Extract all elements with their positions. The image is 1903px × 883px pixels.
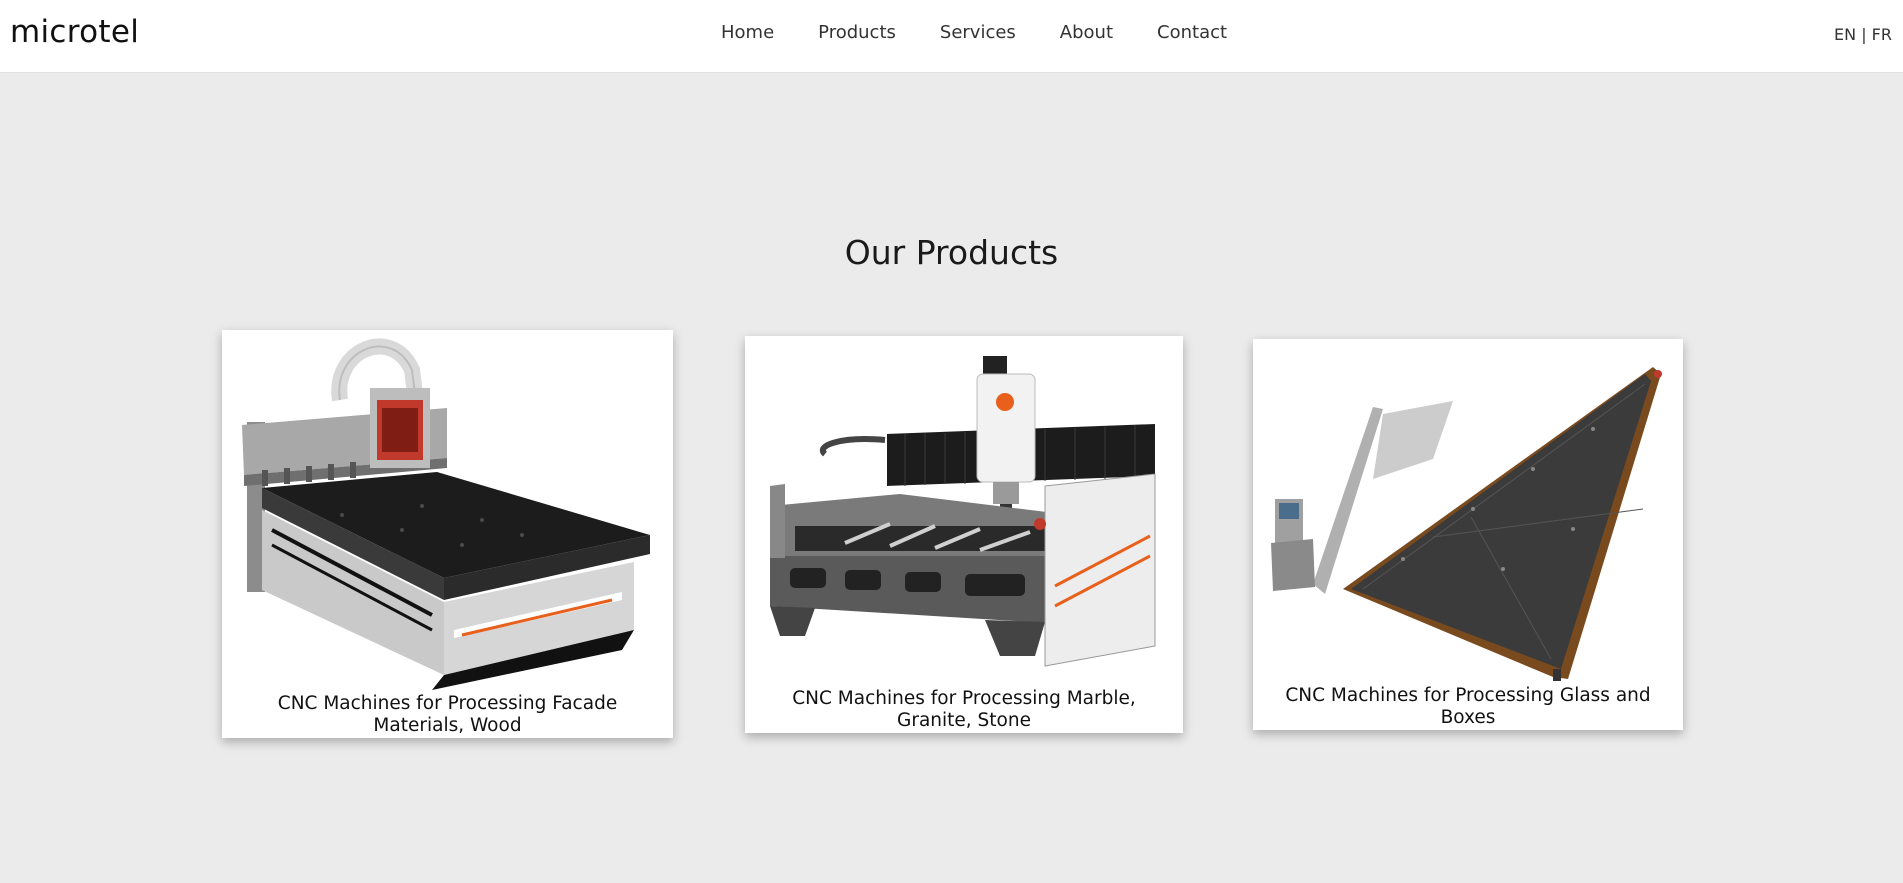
lang-fr[interactable]: FR xyxy=(1872,25,1892,44)
product-card-facade-wood[interactable]: CNC Machines for Processing Facade Mater… xyxy=(222,330,673,738)
nav-services[interactable]: Services xyxy=(940,22,1016,43)
product-card-glass-boxes[interactable]: CNC Machines for Processing Glass and Bo… xyxy=(1253,339,1683,730)
cnc-stone-bridge-machine-image xyxy=(770,356,1156,667)
main-nav: Home Products Services About Contact xyxy=(721,22,1227,43)
product-caption: CNC Machines for Processing Marble, Gran… xyxy=(792,688,1136,731)
nav-products[interactable]: Products xyxy=(818,22,896,43)
product-card-marble-stone[interactable]: CNC Machines for Processing Marble, Gran… xyxy=(745,336,1183,733)
language-switcher: EN | FR xyxy=(1834,25,1892,44)
page-title: Our Products xyxy=(844,233,1059,272)
site-header: microtel Home Products Services About Co… xyxy=(0,0,1903,73)
logo[interactable]: microtel xyxy=(10,14,139,50)
nav-contact[interactable]: Contact xyxy=(1157,22,1227,43)
product-caption: CNC Machines for Processing Facade Mater… xyxy=(277,693,618,736)
cnc-router-wood-machine-image xyxy=(242,338,650,690)
lang-separator: | xyxy=(1856,25,1872,44)
product-caption: CNC Machines for Processing Glass and Bo… xyxy=(1285,685,1651,728)
lang-en[interactable]: EN xyxy=(1834,25,1856,44)
nav-home[interactable]: Home xyxy=(721,22,774,43)
nav-about[interactable]: About xyxy=(1060,22,1113,43)
glass-processing-table-image xyxy=(1271,367,1662,681)
